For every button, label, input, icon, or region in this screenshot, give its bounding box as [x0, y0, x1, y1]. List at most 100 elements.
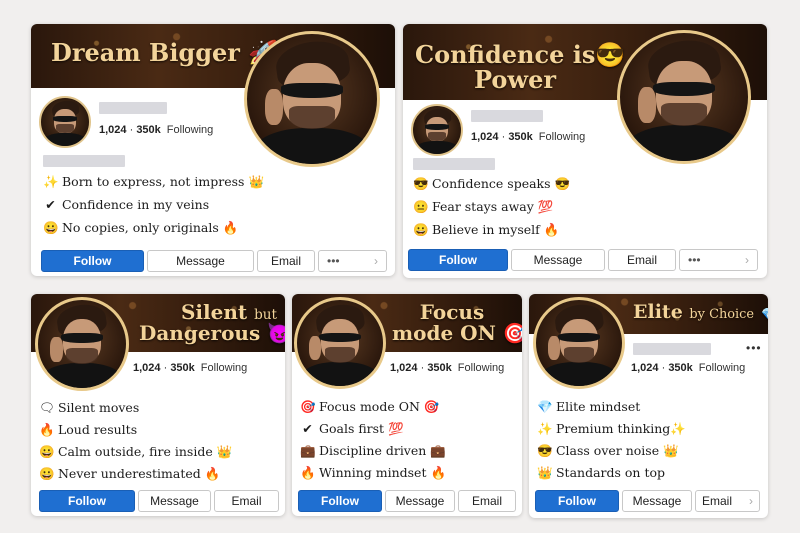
more-options-button[interactable]: ••• › [318, 250, 387, 272]
message-button[interactable]: Message [511, 249, 605, 271]
email-button[interactable]: Email [214, 490, 279, 512]
email-button[interactable]: Email › [695, 490, 760, 512]
smile-icon: 😀 [413, 222, 429, 237]
display-name-placeholder [413, 158, 495, 170]
profile-stats: 1,024 · 350k Following [471, 131, 586, 143]
message-button[interactable]: Message [385, 490, 455, 512]
crown-icon: 👑 [248, 174, 265, 189]
gem-icon: 💎 [761, 308, 768, 321]
smile-icon: 😀 [39, 444, 55, 459]
crown-icon: 👑 [663, 443, 679, 458]
banner-title: Focus mode ON 🎯 [392, 300, 522, 345]
profile-stats: 1,024 · 350k Following [390, 362, 505, 374]
bio-line: 😀 Calm outside, fire inside 👑 [39, 441, 232, 463]
menu-icon[interactable]: ••• [746, 341, 762, 355]
chevron-right-icon: › [745, 253, 749, 267]
action-buttons: Follow Message Email [39, 490, 279, 512]
follow-button[interactable]: Follow [408, 249, 508, 271]
follow-button[interactable]: Follow [41, 250, 144, 272]
bio-line: 😎 Confidence speaks 😎 [413, 172, 570, 195]
chevron-right-icon: › [374, 254, 378, 268]
profile-photo-large[interactable] [533, 297, 625, 389]
banner-title: Confidence is😎 Power [415, 40, 626, 95]
fire-icon: 🔥 [39, 422, 55, 437]
follow-button[interactable]: Follow [535, 490, 619, 512]
hundred-icon: 💯 [537, 199, 554, 214]
more-options-button[interactable]: ••• › [679, 249, 758, 271]
username-placeholder [633, 343, 711, 355]
sunglasses-icon: 😎 [537, 443, 553, 458]
hundred-icon: 💯 [388, 421, 404, 436]
target-icon: 🎯 [423, 399, 440, 414]
speech-bubble-icon: 🗨 [39, 400, 55, 415]
profile-photo-large[interactable] [294, 297, 386, 389]
display-name-placeholder [43, 155, 125, 167]
bio: 💎 Elite mindset ✨ Premium thinking✨ 😎 Cl… [537, 396, 686, 484]
crown-icon: 👑 [216, 444, 233, 459]
banner-title: Elite by Choice 💎 [633, 302, 768, 323]
bio-line: 🎯 Focus mode ON 🎯 [300, 396, 445, 418]
follow-button[interactable]: Follow [298, 490, 382, 512]
message-button[interactable]: Message [147, 250, 254, 272]
bio-line: 😀 Never underestimated 🔥 [39, 463, 232, 485]
neutral-face-icon: 😐 [413, 199, 429, 214]
smile-icon: 😀 [43, 220, 59, 235]
bio-line: 😐 Fear stays away 💯 [413, 195, 570, 218]
sparkles-icon: ✨ [43, 174, 59, 189]
avatar[interactable] [411, 104, 463, 156]
smile-icon: 😀 [39, 466, 55, 481]
fire-icon: 🔥 [543, 222, 560, 237]
action-buttons: Follow Message Email [298, 490, 516, 512]
action-buttons: Follow Message Email › [535, 490, 760, 512]
action-buttons: Follow Message Email ••• › [41, 250, 387, 272]
profile-card-5: Elite by Choice 💎 ••• 1,024 · 350kFollow… [529, 294, 768, 518]
more-icon: ••• [327, 254, 340, 268]
bio-line: 🔥 Winning mindset 🔥 [300, 462, 447, 484]
bio: 😎 Confidence speaks 😎 😐 Fear stays away … [413, 172, 570, 241]
bio: ✨ Born to express, not impress 👑 ✔ Confi… [43, 170, 265, 239]
check-icon: ✔ [302, 421, 313, 436]
profile-photo-large[interactable] [35, 297, 129, 391]
message-button[interactable]: Message [622, 490, 692, 512]
profile-photo-large[interactable] [617, 30, 751, 164]
profile-stats: 1,024 · 350k Following [99, 124, 214, 136]
follow-button[interactable]: Follow [39, 490, 135, 512]
target-icon: 🎯 [502, 321, 522, 345]
bio: 🗨 Silent moves 🔥 Loud results 😀 Calm out… [39, 397, 232, 485]
bio: 🎯 Focus mode ON 🎯 ✔ Goals first 💯 💼 Disc… [300, 396, 447, 484]
briefcase-icon: 💼 [430, 443, 446, 458]
briefcase-icon: 💼 [300, 443, 316, 458]
bio-line: ✔ Goals first 💯 [300, 418, 445, 440]
email-button[interactable]: Email [608, 249, 676, 271]
check-icon: ✔ [45, 197, 56, 212]
profile-photo-large[interactable] [244, 31, 380, 167]
email-button[interactable]: Email [257, 250, 315, 272]
bio-line: 👑 Standards on top [537, 462, 685, 484]
avatar[interactable] [39, 96, 91, 148]
email-button[interactable]: Email [458, 490, 516, 512]
more-icon: ••• [688, 253, 701, 267]
bio-line: 🔥 Loud results [39, 419, 232, 441]
bio-line: ✔ Confidence in my veins [43, 193, 263, 216]
profile-stats: 1,024 · 350k Following [631, 362, 746, 374]
profile-card-3: Silent but Dangerous 😈 1,024 · 350k Follo… [31, 294, 285, 516]
fire-icon: 🔥 [222, 220, 239, 235]
sparkles-icon: ✨ [537, 421, 553, 436]
username-placeholder [471, 110, 543, 122]
profile-card-1: Dream Bigger 🚀 1,024 · 350kFollowing ✨ B… [31, 24, 395, 276]
fire-icon: 🔥 [430, 465, 447, 480]
bio-line: 😀 Believe in myself 🔥 [413, 218, 570, 241]
sunglasses-icon: 😎 [413, 176, 429, 191]
profile-stats: 1,024 · 350k Following [133, 362, 248, 374]
bio-line: 😎 Class over noise 👑 [537, 440, 685, 462]
banner-title: Dream Bigger 🚀 [51, 40, 278, 65]
bio-line: 💎 Elite mindset [537, 396, 685, 418]
bio-line: 🗨 Silent moves [39, 397, 232, 419]
fire-icon: 🔥 [300, 465, 316, 480]
banner-title: Silent but Dangerous 😈 [139, 302, 285, 344]
username-placeholder [99, 102, 167, 114]
message-button[interactable]: Message [138, 490, 211, 512]
sparkles-icon: ✨ [670, 421, 686, 436]
gem-icon: 💎 [537, 399, 553, 414]
bio-line: ✨ Born to express, not impress 👑 [43, 170, 265, 193]
